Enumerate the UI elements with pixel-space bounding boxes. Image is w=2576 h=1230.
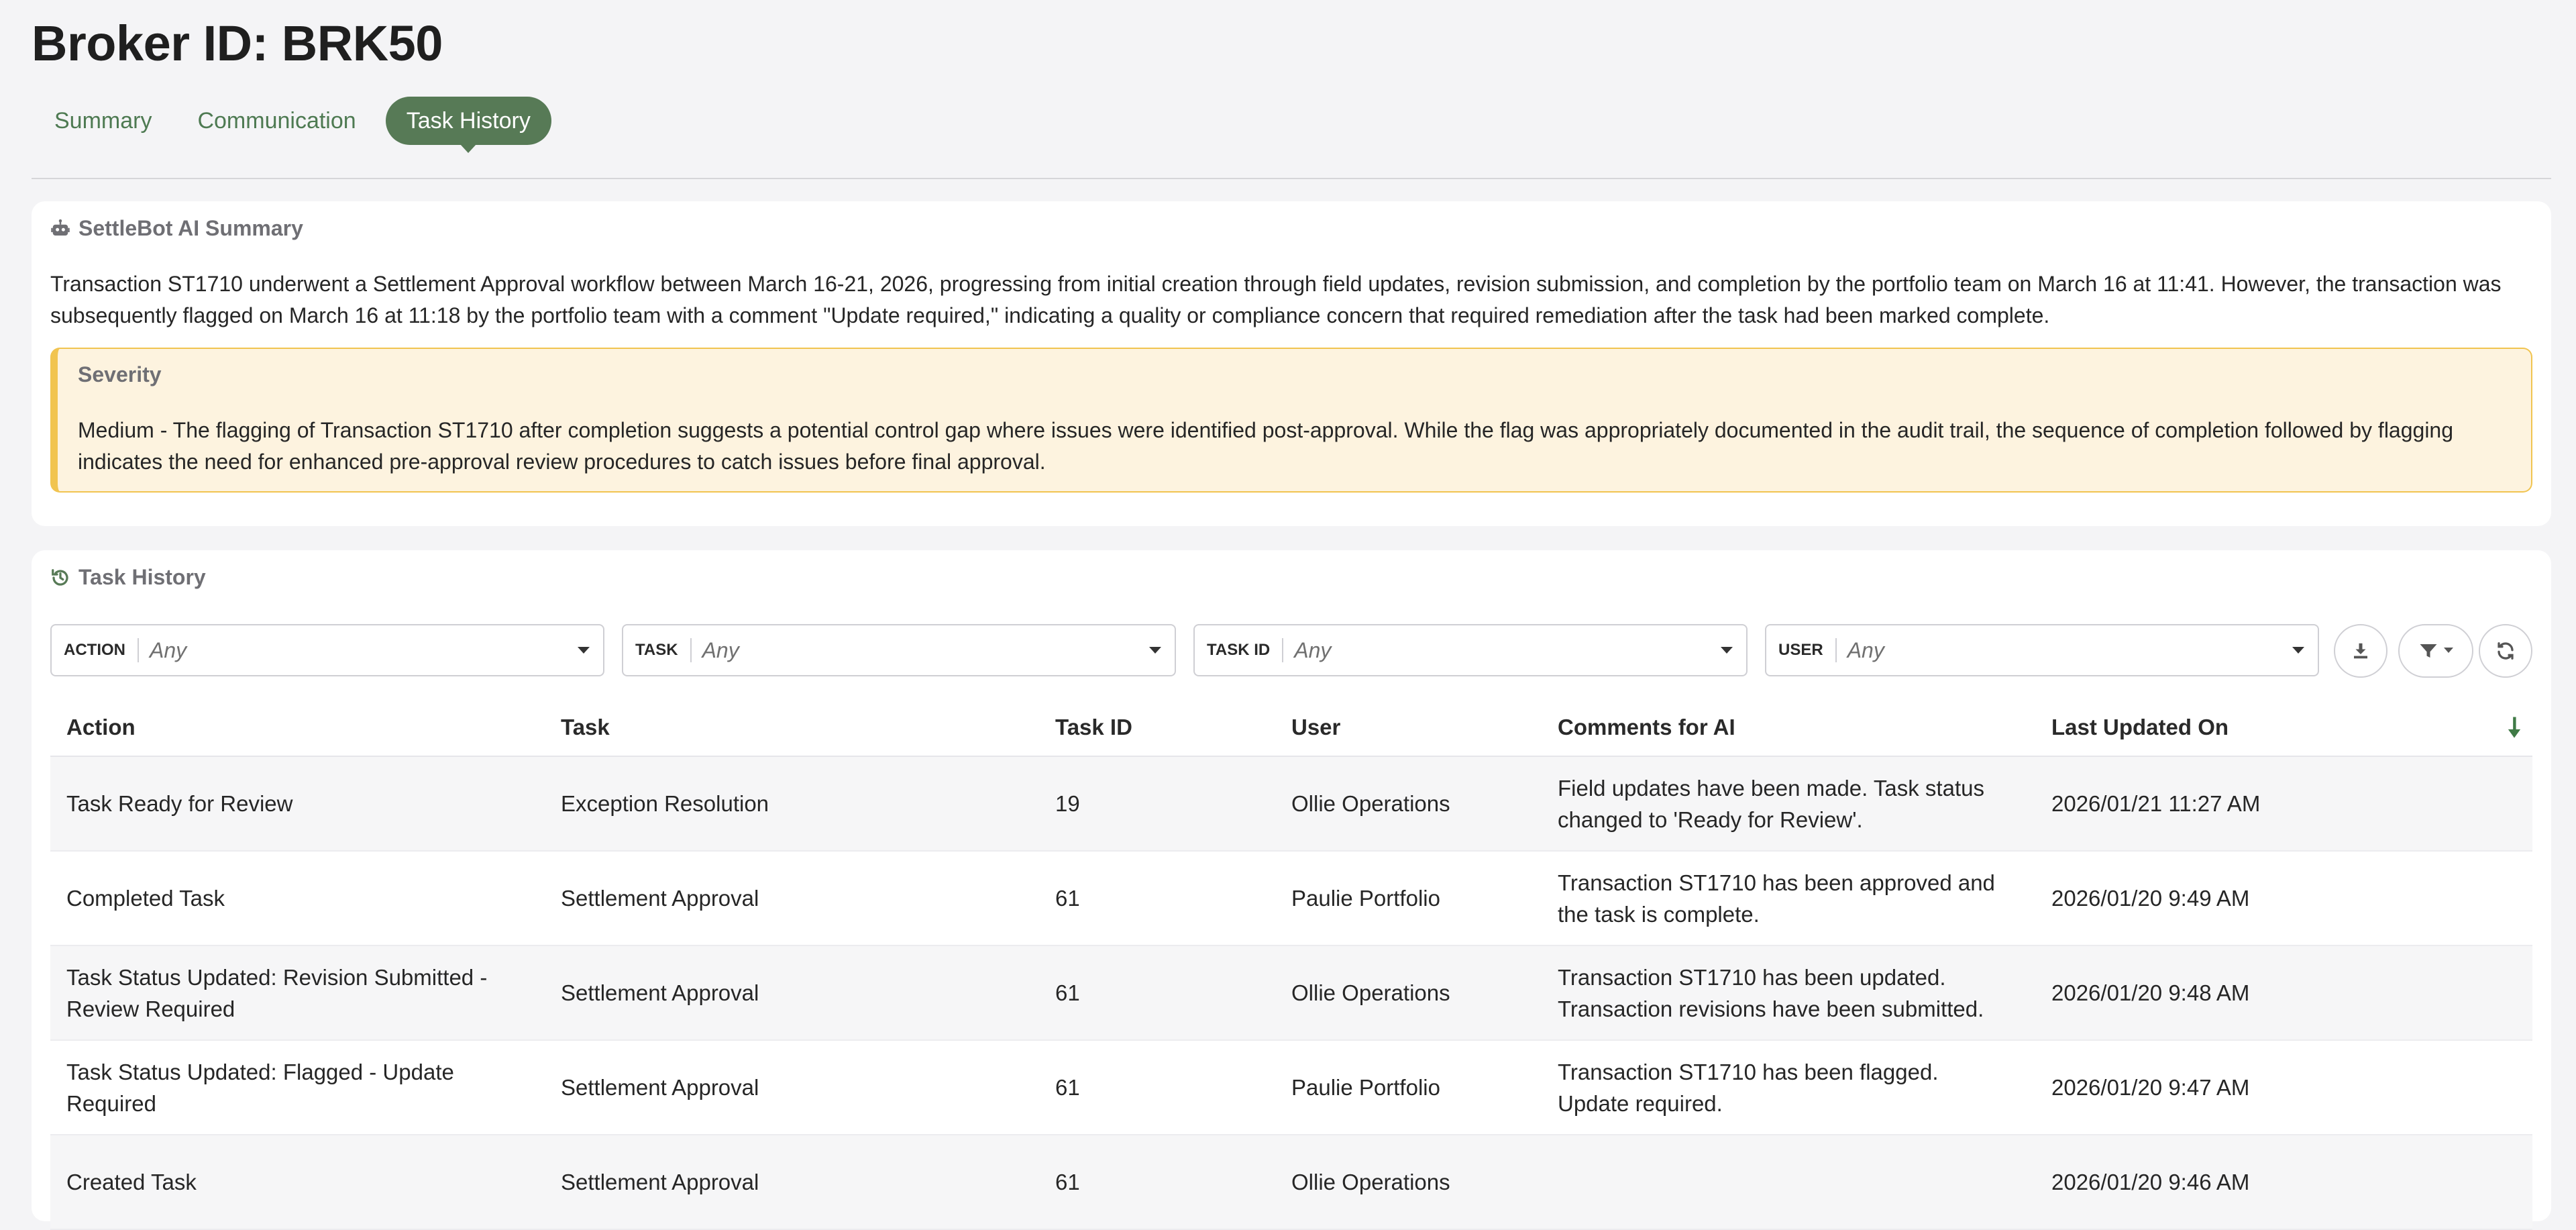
- cell-comments: Field updates have been made. Task statu…: [1558, 775, 1984, 832]
- table-row[interactable]: Task Status Updated: Flagged - Update Re…: [50, 1041, 2532, 1135]
- cell-task: Settlement Approval: [561, 980, 759, 1005]
- column-header-task[interactable]: Task: [545, 715, 1039, 740]
- cell-task: Exception Resolution: [561, 791, 769, 816]
- table-row[interactable]: Task Ready for Review Exception Resoluti…: [50, 757, 2532, 852]
- cell-action: Task Status Updated: Revision Submitted …: [66, 964, 488, 1021]
- cell-last-updated: 2026/01/21 11:27 AM: [2051, 791, 2261, 816]
- cell-last-updated: 2026/01/20 9:47 AM: [2051, 1075, 2250, 1100]
- severity-text: Medium - The flagging of Transaction ST1…: [78, 418, 2454, 474]
- task-history-page: Broker ID: BRK50 Summary Communication T…: [0, 0, 2576, 1230]
- chevron-down-icon: [1721, 647, 1733, 654]
- task-history-card: Task History ACTION Any TASK Any TASK ID…: [32, 550, 2551, 1230]
- action-filter[interactable]: ACTION Any: [50, 624, 604, 676]
- ai-summary-text: Transaction ST1710 underwent a Settlemen…: [50, 272, 2502, 327]
- task-id-filter-value: Any: [1294, 637, 1332, 662]
- column-header-comments[interactable]: Comments for AI: [1542, 715, 2035, 740]
- column-header-last-updated[interactable]: Last Updated On: [2035, 715, 2505, 740]
- cell-action: Task Status Updated: Flagged - Update Re…: [66, 1059, 454, 1116]
- page-title: Broker ID: BRK50: [32, 15, 443, 71]
- chevron-down-icon: [1149, 647, 1161, 654]
- refresh-button[interactable]: [2479, 624, 2532, 678]
- tab-communication[interactable]: Communication: [181, 97, 372, 145]
- task-history-header: Task History: [50, 565, 206, 590]
- cell-task-id: 61: [1055, 886, 1080, 911]
- user-filter[interactable]: USER Any: [1765, 624, 2319, 676]
- severity-label: Severity: [78, 362, 162, 387]
- download-icon: [2351, 641, 2371, 661]
- tab-summary[interactable]: Summary: [38, 97, 168, 145]
- task-filter[interactable]: TASK Any: [622, 624, 1176, 676]
- task-id-filter-label: TASK ID: [1195, 638, 1284, 662]
- cell-last-updated: 2026/01/20 9:49 AM: [2051, 886, 2250, 911]
- table-header: Action Task Task ID User Comments for AI…: [50, 699, 2532, 757]
- cell-last-updated: 2026/01/20 9:46 AM: [2051, 1170, 2250, 1194]
- task-filter-label: TASK: [623, 638, 692, 662]
- task-history-table: Action Task Task ID User Comments for AI…: [50, 699, 2532, 1230]
- cell-task-id: 61: [1055, 980, 1080, 1005]
- ai-summary-title: SettleBot AI Summary: [78, 216, 303, 240]
- tab-task-history[interactable]: Task History: [385, 97, 551, 145]
- task-filter-value: Any: [702, 637, 739, 662]
- cell-task-id: 19: [1055, 791, 1080, 816]
- cell-task: Settlement Approval: [561, 1075, 759, 1100]
- table-body: Task Ready for Review Exception Resoluti…: [50, 757, 2532, 1230]
- cell-user: Paulie Portfolio: [1291, 1075, 1440, 1100]
- severity-callout: Severity Medium - The flagging of Transa…: [50, 348, 2532, 493]
- cell-comments: Transaction ST1710 has been updated. Tra…: [1558, 964, 1984, 1021]
- cell-user: Ollie Operations: [1291, 791, 1450, 816]
- cell-user: Ollie Operations: [1291, 980, 1450, 1005]
- task-history-title: Task History: [78, 565, 206, 589]
- cell-user: Ollie Operations: [1291, 1170, 1450, 1194]
- chevron-down-icon: [2444, 648, 2453, 654]
- table-row[interactable]: Completed Task Settlement Approval 61 Pa…: [50, 852, 2532, 946]
- task-id-filter[interactable]: TASK ID Any: [1193, 624, 1748, 676]
- column-header-user[interactable]: User: [1275, 715, 1542, 740]
- robot-icon: [50, 219, 70, 239]
- header-divider: [32, 178, 2551, 179]
- chevron-down-icon: [2292, 647, 2304, 654]
- download-button[interactable]: [2334, 624, 2387, 678]
- tab-bar: Summary Communication Task History: [38, 97, 551, 145]
- cell-comments: Transaction ST1710 has been flagged. Upd…: [1558, 1059, 1939, 1116]
- user-filter-value: Any: [1847, 637, 1884, 662]
- cell-comments: Transaction ST1710 has been approved and…: [1558, 870, 1995, 927]
- cell-task: Settlement Approval: [561, 886, 759, 911]
- action-filter-value: Any: [150, 637, 187, 662]
- table-row[interactable]: Created Task Settlement Approval 61 Olli…: [50, 1135, 2532, 1230]
- cell-action: Created Task: [66, 1170, 197, 1194]
- refresh-icon: [2496, 641, 2516, 661]
- cell-last-updated: 2026/01/20 9:48 AM: [2051, 980, 2250, 1005]
- cell-action: Completed Task: [66, 886, 225, 911]
- filter-menu-button[interactable]: [2398, 624, 2473, 678]
- cell-user: Paulie Portfolio: [1291, 886, 1440, 911]
- filter-icon: [2418, 641, 2438, 661]
- cell-action: Task Ready for Review: [66, 791, 293, 816]
- column-header-action[interactable]: Action: [50, 715, 545, 740]
- column-header-task-id[interactable]: Task ID: [1039, 715, 1275, 740]
- cell-task: Settlement Approval: [561, 1170, 759, 1194]
- cell-task-id: 61: [1055, 1170, 1080, 1194]
- user-filter-label: USER: [1766, 638, 1837, 662]
- ai-summary-header: SettleBot AI Summary: [50, 216, 303, 241]
- cell-task-id: 61: [1055, 1075, 1080, 1100]
- ai-summary-card: SettleBot AI Summary Transaction ST1710 …: [32, 201, 2551, 526]
- filter-bar: ACTION Any TASK Any TASK ID Any USER Any: [50, 624, 2532, 678]
- table-row[interactable]: Task Status Updated: Revision Submitted …: [50, 946, 2532, 1041]
- chevron-down-icon: [578, 647, 590, 654]
- history-icon: [50, 568, 70, 588]
- sort-descending-icon[interactable]: [2507, 717, 2522, 739]
- action-filter-label: ACTION: [52, 638, 139, 662]
